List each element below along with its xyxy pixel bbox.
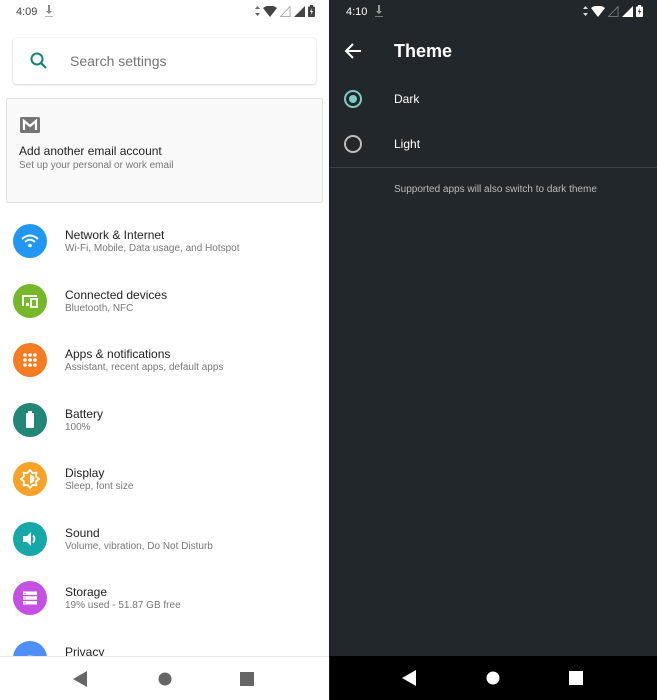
settings-item-subtitle: Bluetooth, NFC bbox=[65, 302, 134, 314]
signal-empty-icon bbox=[280, 5, 291, 17]
email-icon bbox=[20, 117, 40, 133]
data-arrows-icon bbox=[255, 6, 260, 16]
settings-item-subtitle: Wi-Fi, Mobile, Data usage, and Hotspot bbox=[65, 243, 240, 254]
settings-screen: 4:09 Search settings Add another email a… bbox=[0, 0, 329, 700]
signal-full-icon bbox=[294, 5, 305, 17]
signal-full-icon bbox=[622, 5, 633, 17]
app-bar: Theme bbox=[330, 24, 657, 80]
settings-list: Network & Internet Wi-Fi, Mobile, Data u… bbox=[0, 211, 329, 687]
devices-icon bbox=[13, 283, 47, 318]
theme-option-light[interactable]: Light bbox=[330, 121, 657, 167]
back-arrow-icon[interactable] bbox=[344, 42, 362, 60]
status-time: 4:10 bbox=[346, 6, 368, 18]
battery-status-icon bbox=[308, 5, 315, 17]
back-nav-icon[interactable] bbox=[73, 671, 87, 687]
search-icon bbox=[30, 52, 47, 69]
theme-option-label: Dark bbox=[394, 92, 420, 106]
settings-item-subtitle: 19% used - 51.87 GB free bbox=[65, 600, 181, 611]
battery-icon bbox=[13, 402, 47, 437]
settings-item-battery[interactable]: Battery 100% bbox=[0, 390, 329, 450]
navigation-bar bbox=[0, 656, 329, 700]
settings-item-display[interactable]: Display Sleep, font size bbox=[0, 449, 329, 509]
back-nav-icon[interactable] bbox=[402, 670, 416, 686]
wifi-status-icon bbox=[263, 5, 277, 17]
navigation-bar bbox=[330, 656, 657, 700]
settings-item-connected-devices[interactable]: Connected devices Bluetooth, NFC bbox=[0, 271, 329, 331]
settings-item-title: Sound bbox=[65, 525, 100, 540]
suggestion-card[interactable]: Add another email account Set up your pe… bbox=[6, 98, 323, 203]
recents-nav-icon[interactable] bbox=[569, 671, 583, 685]
settings-item-apps[interactable]: Apps & notifications Assistant, recent a… bbox=[0, 330, 329, 390]
divider bbox=[330, 167, 657, 168]
download-icon bbox=[45, 5, 53, 17]
status-bar: 4:10 bbox=[330, 0, 657, 24]
theme-footer-note: Supported apps will also switch to dark … bbox=[394, 184, 597, 195]
status-time: 4:09 bbox=[16, 6, 38, 18]
settings-item-sound[interactable]: Sound Volume, vibration, Do Not Disturb bbox=[0, 509, 329, 569]
suggestion-subtitle: Set up your personal or work email bbox=[19, 160, 174, 171]
settings-item-storage[interactable]: Storage 19% used - 51.87 GB free bbox=[0, 568, 329, 628]
settings-item-network[interactable]: Network & Internet Wi-Fi, Mobile, Data u… bbox=[0, 211, 329, 271]
settings-item-subtitle: Sleep, font size bbox=[65, 481, 134, 492]
brightness-icon bbox=[13, 462, 47, 496]
battery-status-icon bbox=[636, 5, 643, 17]
home-nav-icon[interactable] bbox=[158, 672, 172, 686]
settings-item-subtitle: Volume, vibration, Do Not Disturb bbox=[65, 540, 213, 552]
storage-icon bbox=[13, 581, 47, 615]
status-bar: 4:09 bbox=[0, 0, 329, 24]
volume-icon bbox=[13, 521, 47, 556]
settings-item-title: Apps & notifications bbox=[65, 347, 171, 361]
radio-selected[interactable] bbox=[344, 90, 362, 108]
theme-option-label: Light bbox=[394, 137, 421, 151]
search-bar[interactable]: Search settings bbox=[13, 38, 316, 84]
apps-icon bbox=[13, 343, 47, 377]
page-title: Theme bbox=[394, 41, 453, 61]
signal-empty-icon bbox=[608, 5, 619, 17]
settings-item-title: Connected devices bbox=[65, 287, 168, 302]
settings-item-subtitle: 100% bbox=[65, 421, 91, 433]
settings-item-title: Network & Internet bbox=[65, 228, 165, 242]
theme-option-dark[interactable]: Dark bbox=[330, 76, 657, 122]
home-nav-icon[interactable] bbox=[486, 671, 500, 685]
download-icon bbox=[375, 5, 383, 17]
wifi-icon bbox=[13, 224, 47, 258]
radio-unselected[interactable] bbox=[344, 135, 362, 153]
wifi-status-icon bbox=[591, 5, 605, 17]
theme-screen: 4:10 Theme Dark Light Supported apps wil… bbox=[330, 0, 657, 700]
data-arrows-icon bbox=[583, 6, 588, 16]
settings-item-title: Storage bbox=[65, 585, 108, 599]
settings-item-title: Battery bbox=[65, 406, 104, 421]
search-placeholder: Search settings bbox=[70, 53, 167, 69]
recents-nav-icon[interactable] bbox=[240, 672, 254, 686]
settings-item-title: Display bbox=[65, 466, 105, 480]
settings-item-subtitle: Assistant, recent apps, default apps bbox=[65, 362, 224, 373]
suggestion-title: Add another email account bbox=[19, 144, 162, 158]
